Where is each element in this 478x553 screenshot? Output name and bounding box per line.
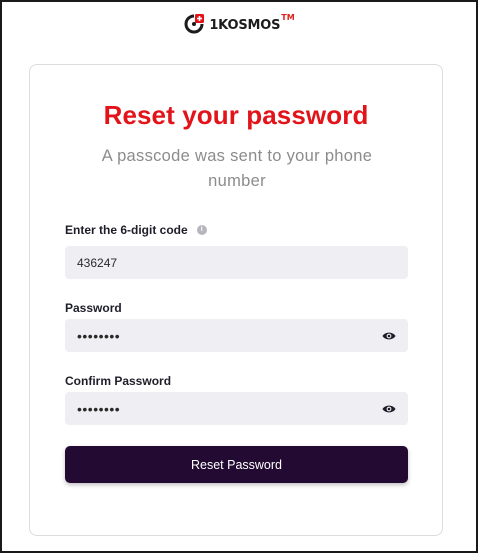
reset-password-button[interactable]: Reset Password — [65, 446, 408, 483]
confirm-password-input[interactable] — [77, 400, 382, 417]
info-icon[interactable]: i — [196, 225, 207, 235]
password-label: Password — [65, 301, 122, 315]
logo-text: 1KOSMOS — [209, 17, 281, 33]
page-frame: 1KOSMOS TM Reset your password A passcod… — [0, 0, 478, 553]
password-field-wrapper — [65, 319, 408, 352]
eye-icon[interactable] — [382, 331, 396, 341]
code-field-wrapper — [65, 246, 408, 279]
code-label-text: Enter the 6-digit code — [65, 223, 188, 237]
logo-trademark: TM — [281, 12, 295, 22]
code-label: Enter the 6-digit code i — [65, 223, 207, 237]
confirm-password-label-text: Confirm Password — [65, 374, 172, 388]
password-label-text: Password — [65, 301, 122, 315]
page-title: Reset your password — [103, 100, 369, 130]
brand-logo: 1KOSMOS TM — [2, 13, 476, 35]
reset-password-card: Reset your password A passcode was sent … — [29, 64, 443, 536]
confirm-password-label: Confirm Password — [65, 374, 171, 388]
eye-icon[interactable] — [382, 404, 396, 414]
password-input[interactable] — [77, 327, 382, 344]
code-input[interactable] — [77, 255, 396, 270]
1kosmos-logo-icon — [184, 14, 205, 34]
page-subtitle: A passcode was sent to your phone number — [101, 147, 373, 190]
confirm-password-field-wrapper — [65, 392, 408, 425]
